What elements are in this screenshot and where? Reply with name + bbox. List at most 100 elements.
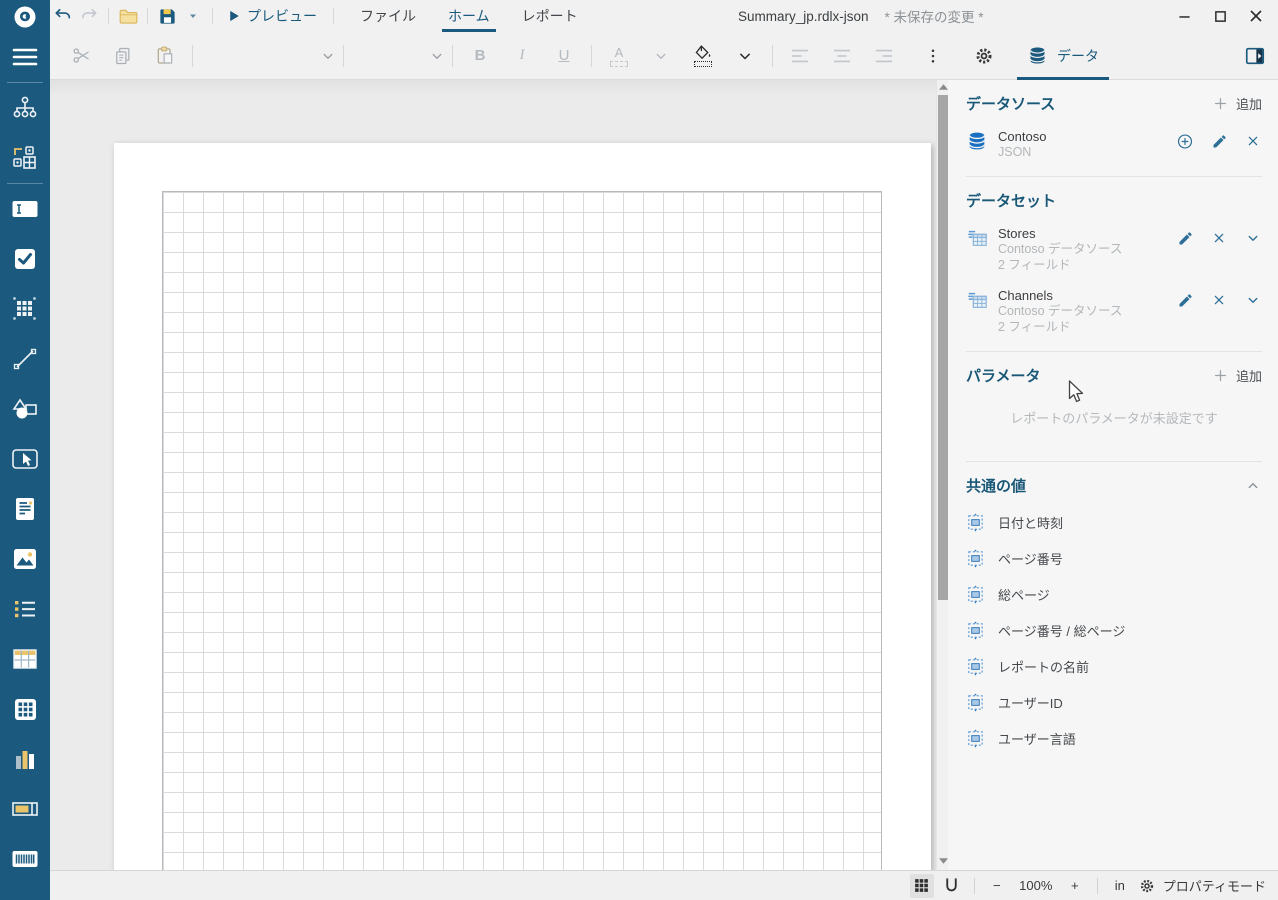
tool-matrix[interactable] — [0, 684, 50, 734]
copy-button[interactable] — [109, 42, 137, 70]
expand-dataset-button[interactable] — [1244, 229, 1262, 247]
common-value-label: ページ番号 / 総ページ — [998, 621, 1125, 640]
panel-toggle-button[interactable] — [1240, 41, 1270, 71]
zoom-out-label: − — [993, 878, 1001, 893]
preview-button[interactable]: プレビュー — [219, 6, 327, 26]
unit-label: in — [1115, 878, 1125, 893]
more-options-button[interactable] — [919, 42, 947, 70]
tool-textbox[interactable] — [0, 184, 50, 234]
font-color-button[interactable]: A — [605, 42, 633, 70]
minimize-button[interactable] — [1172, 4, 1196, 28]
datasource-row[interactable]: Contoso JSON — [966, 129, 1262, 160]
edit-dataset-button[interactable] — [1176, 229, 1194, 247]
copy-icon — [113, 46, 133, 66]
redo-button[interactable] — [76, 4, 102, 28]
common-value-label: レポートの名前 — [998, 657, 1089, 676]
common-value-report-name[interactable]: レポートの名前 — [966, 648, 1262, 684]
data-panel-tab[interactable]: データ — [1013, 32, 1113, 80]
align-left-button[interactable] — [786, 42, 814, 70]
edit-dataset-button[interactable] — [1176, 291, 1194, 309]
common-value-user-id[interactable]: ユーザーID — [966, 684, 1262, 720]
scroll-up-button[interactable] — [937, 80, 949, 94]
zoom-in-button[interactable]: + — [1063, 874, 1087, 898]
tool-list[interactable] — [0, 584, 50, 634]
tool-line[interactable] — [0, 334, 50, 384]
report-page[interactable] — [114, 143, 931, 870]
align-center-button[interactable] — [828, 42, 856, 70]
tool-image[interactable] — [0, 534, 50, 584]
dataset-row-channels[interactable]: Channels Contoso データソース 2 フィールド — [966, 288, 1262, 335]
field-icon — [966, 621, 985, 640]
property-mode-button[interactable]: プロパティモード — [1138, 876, 1266, 895]
settings-button[interactable] — [970, 42, 998, 70]
chevron-down-icon — [1244, 229, 1262, 247]
tool-tablix[interactable] — [0, 284, 50, 334]
dataset-row-stores[interactable]: Stores Contoso データソース 2 フィールド — [966, 226, 1262, 273]
scroll-down-button[interactable] — [937, 854, 949, 868]
tool-table[interactable] — [0, 634, 50, 684]
maximize-button[interactable] — [1208, 4, 1232, 28]
italic-button[interactable]: I — [508, 42, 536, 70]
tab-report[interactable]: レポート — [510, 0, 590, 32]
undo-button[interactable] — [50, 4, 76, 28]
tab-home[interactable]: ホーム — [436, 0, 502, 32]
tool-layout[interactable] — [0, 133, 50, 183]
tool-report-parts[interactable] — [0, 83, 50, 133]
snap-to-grid-button[interactable] — [940, 874, 964, 898]
tool-bullet[interactable] — [0, 784, 50, 834]
save-button[interactable] — [154, 4, 180, 28]
delete-dataset-button[interactable] — [1210, 291, 1228, 309]
workspace: データソース 追加 — [50, 80, 1278, 870]
toggle-grid-button[interactable] — [910, 874, 934, 898]
expand-dataset-button[interactable] — [1244, 291, 1262, 309]
tool-richtext[interactable] — [0, 484, 50, 534]
collapse-common-values-button[interactable] — [1244, 477, 1262, 495]
underline-button[interactable]: U — [550, 42, 578, 70]
save-menu-button[interactable] — [180, 4, 206, 28]
tool-shape[interactable] — [0, 384, 50, 434]
common-value-user-language[interactable]: ユーザー言語 — [966, 720, 1262, 756]
open-file-button[interactable] — [115, 4, 141, 28]
tool-chart[interactable] — [0, 734, 50, 784]
bold-button[interactable]: B — [466, 42, 494, 70]
add-parameter-button[interactable]: 追加 — [1212, 366, 1262, 385]
tool-barcode[interactable] — [0, 834, 50, 884]
main-menu-button[interactable] — [0, 32, 50, 82]
add-parameter-label: 追加 — [1236, 366, 1262, 385]
fill-color-menu-button[interactable] — [731, 42, 759, 70]
cut-button[interactable] — [67, 42, 95, 70]
tool-checkbox[interactable] — [0, 234, 50, 284]
common-value-page-number[interactable]: ページ番号 — [966, 540, 1262, 576]
edit-datasource-button[interactable] — [1210, 132, 1228, 150]
unit-selector[interactable]: in — [1108, 874, 1132, 898]
add-dataset-to-source-button[interactable] — [1176, 132, 1194, 150]
document-title-block: Summary_jp.rdlx-json * 未保存の変更 * — [738, 0, 984, 32]
container-select-icon — [11, 448, 39, 470]
tab-file[interactable]: ファイル — [348, 0, 428, 32]
font-color-menu-button[interactable] — [647, 42, 675, 70]
design-canvas[interactable] — [50, 80, 936, 870]
add-datasource-button[interactable]: 追加 — [1212, 94, 1262, 113]
font-family-dropdown[interactable] — [199, 42, 337, 70]
app-logo[interactable] — [0, 0, 50, 32]
zoom-level[interactable]: 100% — [1015, 878, 1057, 893]
tool-container-select[interactable] — [0, 434, 50, 484]
zoom-out-button[interactable]: − — [985, 874, 1009, 898]
bullet-icon — [11, 801, 39, 817]
common-value-date-time[interactable]: 日付と時刻 — [966, 504, 1262, 540]
common-value-total-pages[interactable]: 総ページ — [966, 576, 1262, 612]
delete-datasource-button[interactable] — [1244, 132, 1262, 150]
toolbox-sidebar — [0, 32, 50, 900]
align-right-button[interactable] — [870, 42, 898, 70]
fill-color-button[interactable] — [689, 42, 717, 70]
delete-dataset-button[interactable] — [1210, 229, 1228, 247]
paste-button[interactable] — [151, 42, 179, 70]
triangle-up-icon — [939, 84, 948, 90]
font-size-dropdown[interactable] — [350, 42, 446, 70]
close-button[interactable] — [1244, 4, 1268, 28]
design-grid[interactable] — [162, 191, 882, 870]
canvas-vertical-scrollbar[interactable] — [936, 80, 948, 870]
common-value-page-of-total[interactable]: ページ番号 / 総ページ — [966, 612, 1262, 648]
scrollbar-thumb[interactable] — [938, 95, 948, 600]
common-value-label: 総ページ — [998, 585, 1050, 604]
